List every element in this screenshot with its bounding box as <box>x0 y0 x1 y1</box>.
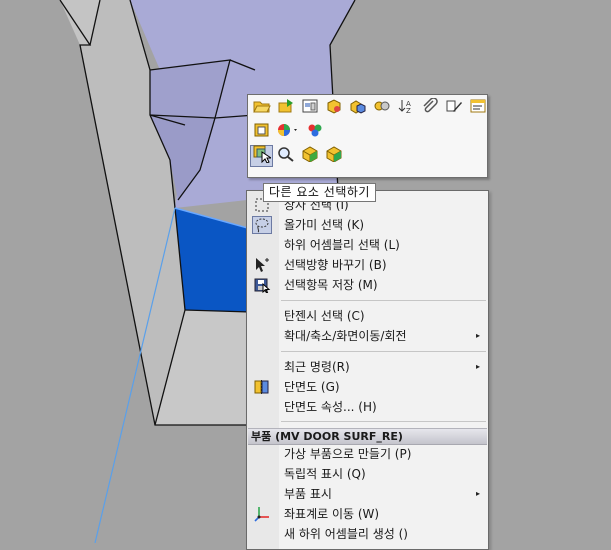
menu-item-label: 독립적 표시 (Q) <box>284 467 366 481</box>
menu-item-label: 새 하위 어셈블리 생성 () <box>284 527 408 541</box>
show-component-icon <box>325 146 343 166</box>
component-properties-button[interactable] <box>250 121 273 143</box>
component-properties-icon <box>253 122 271 142</box>
menu-item-label: 가상 부품으로 만들기 (P) <box>284 447 412 461</box>
rebuild-button[interactable] <box>274 97 297 119</box>
svg-text:Z: Z <box>406 107 411 114</box>
assembly-button[interactable] <box>346 97 369 119</box>
menu-item[interactable]: 선택방향 바꾸기 (B) <box>247 255 488 275</box>
hide-component-button[interactable] <box>298 145 321 167</box>
menu-item-label: 확대/축소/화면이동/회전 <box>284 329 407 343</box>
menu-separator <box>281 300 486 301</box>
paperclip-icon <box>421 97 439 118</box>
zoom-to-selection-button[interactable] <box>274 145 297 167</box>
zoom-to-selection-icon <box>277 146 295 166</box>
color-wheel-button[interactable] <box>303 121 326 143</box>
menu-item-label: 단면도 (G) <box>284 380 340 394</box>
toolbar-row-2 <box>250 121 326 144</box>
menu-item-label: 최근 명령(R) <box>284 360 350 374</box>
menu-item[interactable]: 독립적 표시 (Q) <box>247 464 488 484</box>
menu-separator <box>281 421 486 422</box>
submenu-arrow-icon: ▸ <box>475 489 480 498</box>
context-menu: 상자 선택 (I) 올가미 선택 (K) 하위 어셈블리 선택 (L) 선택방향 바꾸… <box>246 190 489 550</box>
drawing-view-icon <box>301 98 319 118</box>
menu-item[interactable]: 단면도 속성... (H) <box>247 397 488 417</box>
menu-item-label: 부품 표시 <box>284 487 332 501</box>
part-button[interactable] <box>322 97 345 119</box>
menu-item[interactable]: 좌표계로 이동 (W) <box>247 504 488 524</box>
assembly-icon <box>349 98 367 118</box>
mate-button[interactable] <box>370 97 393 119</box>
mate-icon <box>373 98 391 118</box>
open-folder-button[interactable] <box>250 97 273 119</box>
edit-sketch-icon <box>445 98 463 118</box>
menu-item[interactable]: 단면도 (G) <box>247 377 488 397</box>
section-header-label: 부품 (MV DOOR SURF_RE) <box>251 430 403 443</box>
menu-item-label: 하위 어셈블리 선택 (L) <box>284 238 400 252</box>
lasso-select-icon <box>252 216 272 234</box>
menu-item-label: 좌표계로 이동 (W) <box>284 507 380 521</box>
coordinate-system-icon <box>252 505 272 523</box>
edit-sketch-button[interactable] <box>442 97 465 119</box>
context-toolbar: AZ <box>247 94 488 178</box>
show-component-button[interactable] <box>322 145 345 167</box>
color-wheel-icon <box>306 122 324 142</box>
submenu-arrow-icon: ▸ <box>475 331 480 340</box>
menu-item[interactable]: 부품 표시 ▸ <box>247 484 488 504</box>
appearance-icon <box>276 122 300 142</box>
section-view-icon <box>252 378 272 396</box>
hide-component-icon <box>301 146 319 166</box>
blue-face <box>175 208 255 312</box>
rebuild-icon <box>277 98 295 118</box>
sort-button[interactable]: AZ <box>394 97 417 119</box>
select-other-button[interactable] <box>250 145 273 167</box>
part-icon <box>325 98 343 118</box>
menu-item[interactable]: 가상 부품으로 만들기 (P) <box>247 444 488 464</box>
select-other-icon <box>253 145 273 167</box>
menu-item-label: 선택방향 바꾸기 (B) <box>284 258 387 272</box>
menu-item[interactable]: 확대/축소/화면이동/회전 ▸ <box>247 326 488 346</box>
save-selection-icon <box>252 276 272 294</box>
open-folder-icon <box>252 98 271 118</box>
cursor-arrow-icon <box>252 256 272 274</box>
menu-item[interactable]: 탄젠시 선택 (C) <box>247 306 488 326</box>
menu-separator <box>281 351 486 352</box>
section-header-part: 부품 (MV DOOR SURF_RE) <box>248 428 487 445</box>
menu-item[interactable]: 새 하위 어셈블리 생성 () <box>247 524 488 544</box>
toolbar-row-3 <box>250 145 345 168</box>
tooltip: 다른 요소 선택하기 <box>263 183 376 202</box>
submenu-arrow-icon: ▸ <box>475 362 480 371</box>
paperclip-button[interactable] <box>418 97 441 119</box>
menu-item[interactable]: 올가미 선택 (K) <box>247 215 488 235</box>
menu-item-label: 선택항목 저장 (M) <box>284 278 378 292</box>
menu-item[interactable]: 하위 어셈블리 선택 (L) <box>247 235 488 255</box>
menu-item-label: 단면도 속성... (H) <box>284 400 377 414</box>
menu-item[interactable]: 선택항목 저장 (M) <box>247 275 488 295</box>
appearance-button[interactable] <box>274 121 302 143</box>
drawing-view-button[interactable] <box>298 97 321 119</box>
sort-icon: AZ <box>397 98 415 118</box>
properties-icon <box>469 98 487 118</box>
properties-button[interactable] <box>466 97 489 119</box>
menu-item-label: 탄젠시 선택 (C) <box>284 309 365 323</box>
menu-item-label: 올가미 선택 (K) <box>284 218 365 232</box>
menu-item[interactable]: 최근 명령(R) ▸ <box>247 357 488 377</box>
toolbar-row-1: AZ <box>250 97 489 120</box>
